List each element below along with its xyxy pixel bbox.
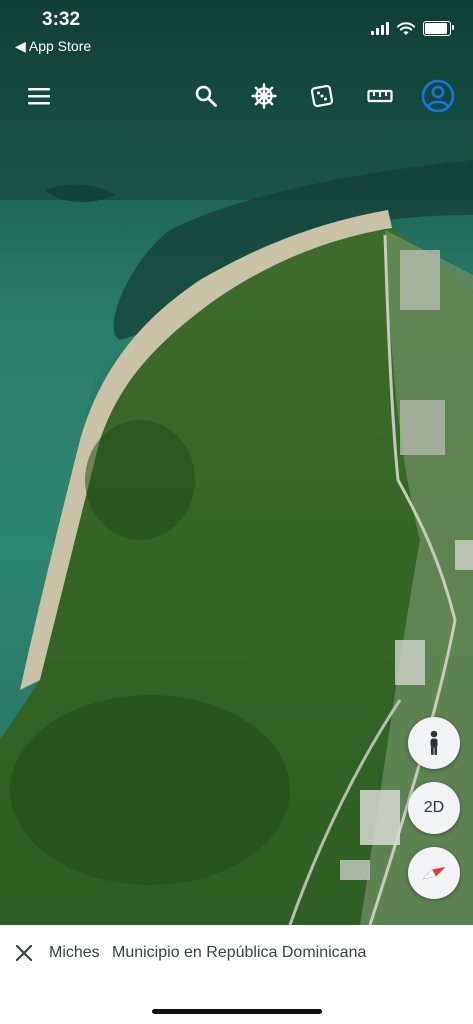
status-time: 3:32 <box>42 9 81 30</box>
ruler-icon <box>367 89 393 103</box>
cellular-signal-icon <box>371 22 389 35</box>
status-icons <box>371 21 454 36</box>
view-mode-toggle-button[interactable]: 2D <box>408 782 460 834</box>
place-name: Miches <box>49 944 100 961</box>
home-indicator[interactable] <box>152 1009 322 1014</box>
search-icon <box>195 85 217 107</box>
person-icon <box>430 730 438 755</box>
dice-icon <box>310 84 334 108</box>
account-circle-icon <box>421 79 455 113</box>
ship-wheel-icon <box>251 83 277 109</box>
place-description: Municipio en República Dominicana <box>112 944 367 961</box>
back-to-app-store-link[interactable]: ◀ App Store <box>15 38 91 55</box>
hamburger-menu-icon <box>28 88 50 105</box>
satellite-map[interactable] <box>0 0 473 925</box>
map-imagery <box>0 0 473 925</box>
search-button[interactable] <box>188 78 224 114</box>
battery-icon <box>423 21 454 36</box>
close-icon <box>15 944 33 962</box>
street-view-pegman-button[interactable] <box>408 717 460 769</box>
place-card[interactable]: Miches Municipio en República Dominicana <box>0 925 473 1024</box>
menu-button[interactable] <box>21 78 57 114</box>
view-mode-label: 2D <box>423 799 445 816</box>
voyager-button[interactable] <box>246 78 282 114</box>
compass-icon <box>421 866 446 880</box>
close-place-card-button[interactable] <box>12 941 36 965</box>
feeling-lucky-button[interactable] <box>304 78 340 114</box>
wifi-icon <box>397 21 415 35</box>
compass-button[interactable] <box>408 847 460 899</box>
measure-button[interactable] <box>362 78 398 114</box>
account-button[interactable] <box>420 78 456 114</box>
